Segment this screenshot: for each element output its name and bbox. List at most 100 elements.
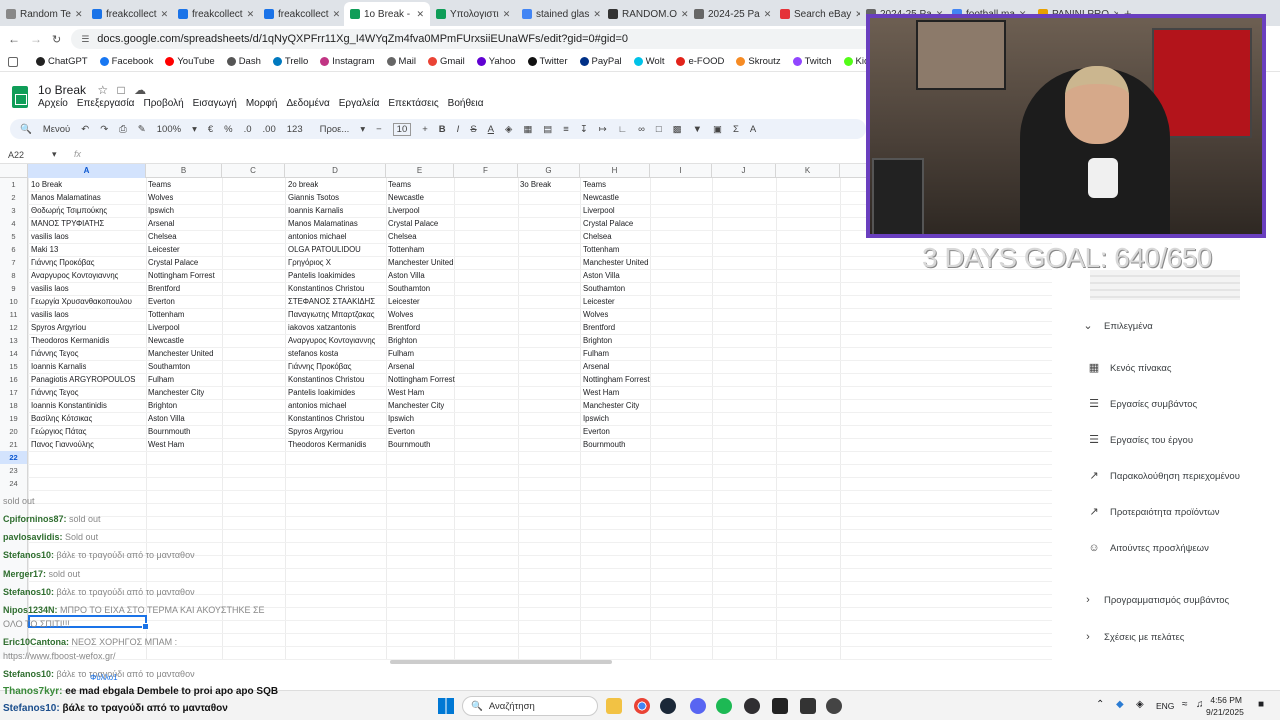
close-tab-icon[interactable]: ✕ (416, 9, 424, 20)
cloud-status-icon[interactable]: ☁ (134, 83, 146, 97)
cell[interactable]: Ioannis Konstantinidis (31, 399, 107, 412)
font-size-field[interactable]: 10 (392, 122, 412, 136)
collapsed-section[interactable]: › Προγραμματισμός συμβάντος (1082, 594, 1229, 606)
cell[interactable]: Γιάννης Τεγος (31, 386, 79, 399)
section-selected[interactable]: ⌄ Επιλεγμένα (1082, 320, 1152, 332)
cell[interactable]: Theodoros Kermanidis (31, 334, 109, 347)
app-icon[interactable] (826, 698, 842, 714)
column-header[interactable]: B (146, 164, 222, 178)
chart-icon[interactable]: ▩ (673, 124, 682, 135)
cell[interactable]: Tottenham (583, 243, 619, 256)
percent-button[interactable]: % (224, 124, 232, 135)
cell[interactable]: Chelsea (148, 230, 177, 243)
cell[interactable]: Liverpool (388, 204, 420, 217)
close-tab-icon[interactable]: ✕ (503, 9, 511, 20)
column-header[interactable]: F (454, 164, 518, 178)
cell[interactable]: Arsenal (583, 360, 609, 373)
system-clock[interactable]: 4:56 PM 9/21/2025 (1206, 694, 1244, 718)
bookmark-item[interactable]: Facebook (99, 56, 153, 67)
row-header[interactable]: 9 (0, 282, 28, 295)
sheets-logo-icon[interactable] (12, 86, 28, 108)
text-wrap-icon[interactable]: ↦ (599, 124, 607, 135)
decrease-decimals-button[interactable]: .0 (244, 124, 252, 135)
select-all-corner[interactable] (0, 164, 28, 178)
vertical-align-icon[interactable]: ↧ (580, 124, 588, 135)
cell[interactable]: vasilis laos (31, 308, 69, 321)
row-header[interactable]: 10 (0, 295, 28, 308)
row-header[interactable]: 7 (0, 256, 28, 269)
menu-item[interactable]: Επεξεργασία (77, 98, 135, 109)
file-explorer-icon[interactable] (606, 698, 622, 714)
cell[interactable]: Crystal Palace (388, 217, 438, 230)
cell[interactable]: Newcastle (388, 191, 424, 204)
cell[interactable]: Γρηγόριος Χ (288, 256, 331, 269)
cell[interactable]: Giannis Tsotos (288, 191, 339, 204)
cell[interactable]: Teams (148, 178, 171, 191)
cell[interactable]: Konstantinos Christou (288, 282, 364, 295)
browser-tab[interactable]: 2024-25 Pa ✕ (688, 2, 774, 26)
name-box[interactable]: A22 (8, 150, 24, 160)
cell[interactable]: Leicester (388, 295, 420, 308)
back-icon[interactable]: ← (8, 32, 20, 46)
cell[interactable]: Tottenham (148, 308, 184, 321)
bookmark-item[interactable]: Wolt (633, 56, 664, 67)
streamdeck-icon[interactable] (800, 698, 816, 714)
column-header[interactable]: H (580, 164, 650, 178)
bookmark-item[interactable]: Yahoo (476, 56, 516, 67)
cell[interactable]: Newcastle (148, 334, 184, 347)
row-header[interactable]: 6 (0, 243, 28, 256)
row-header[interactable]: 5 (0, 230, 28, 243)
borders-icon[interactable]: ▦ (523, 124, 532, 135)
spotify-icon[interactable] (716, 698, 732, 714)
volume-icon[interactable]: ♫ (1196, 699, 1204, 710)
obs-icon[interactable] (744, 698, 760, 714)
cell[interactable]: Panagiotis ARGYROPOULOS (31, 373, 135, 386)
cell[interactable]: Αναργυρος Κοντογιαννης (288, 334, 375, 347)
bookmark-item[interactable]: Instagram (320, 56, 375, 67)
browser-tab[interactable]: Υπολογιστι ✕ (430, 2, 516, 26)
cell[interactable]: Nottingham Forrest (148, 269, 215, 282)
row-header[interactable]: 16 (0, 373, 28, 386)
functions-icon[interactable]: Σ (733, 124, 739, 135)
bookmark-item[interactable]: Trello (272, 56, 308, 67)
row-header[interactable]: 17 (0, 386, 28, 399)
column-header[interactable]: E (386, 164, 454, 178)
cell[interactable]: Wolves (583, 308, 608, 321)
cell[interactable]: Liverpool (583, 204, 615, 217)
cell[interactable]: Teams (388, 178, 411, 191)
row-header[interactable]: 23 (0, 464, 28, 477)
chevron-down-icon[interactable]: ▾ (360, 124, 365, 135)
row-header[interactable]: 14 (0, 347, 28, 360)
cell[interactable]: Aston Villa (388, 269, 425, 282)
cell[interactable]: Manchester City (583, 399, 639, 412)
close-tab-icon[interactable]: ✕ (161, 9, 169, 20)
fill-color-icon[interactable]: ◈ (505, 124, 512, 135)
cell[interactable]: Brighton (583, 334, 612, 347)
cell[interactable]: Brentford (583, 321, 615, 334)
apps-icon[interactable] (8, 57, 18, 67)
input-tools-icon[interactable]: A (750, 124, 756, 135)
cell[interactable]: West Ham (148, 438, 184, 451)
template-item[interactable]: ▦ Κενός πίνακας (1088, 362, 1172, 374)
browser-tab[interactable]: freakcollect ✕ (86, 2, 172, 26)
redo-icon[interactable]: ↷ (100, 124, 108, 135)
url-field[interactable]: ☰ docs.google.com/spreadsheets/d/1qNyQXP… (71, 29, 892, 49)
chrome-icon[interactable] (634, 698, 650, 714)
cell[interactable]: Newcastle (583, 191, 619, 204)
browser-tab[interactable]: 1o Break - ✕ (344, 2, 430, 26)
cell[interactable]: Fulham (583, 347, 609, 360)
text-color-icon[interactable]: A (488, 124, 494, 135)
close-tab-icon[interactable]: ✕ (593, 9, 601, 20)
cell[interactable]: Ipswich (148, 204, 174, 217)
bookmark-item[interactable]: YouTube (165, 56, 215, 67)
column-header[interactable]: J (712, 164, 776, 178)
row-header[interactable]: 2 (0, 191, 28, 204)
cell[interactable]: 1o Break (31, 178, 62, 191)
cell[interactable]: Arsenal (148, 217, 174, 230)
cell[interactable]: Brentford (148, 282, 180, 295)
column-header[interactable]: K (776, 164, 840, 178)
cell[interactable]: Aston Villa (583, 269, 620, 282)
cell[interactable]: Arsenal (388, 360, 414, 373)
chevron-down-icon[interactable]: ▾ (192, 124, 197, 135)
font-select[interactable]: Προε... (320, 124, 350, 135)
